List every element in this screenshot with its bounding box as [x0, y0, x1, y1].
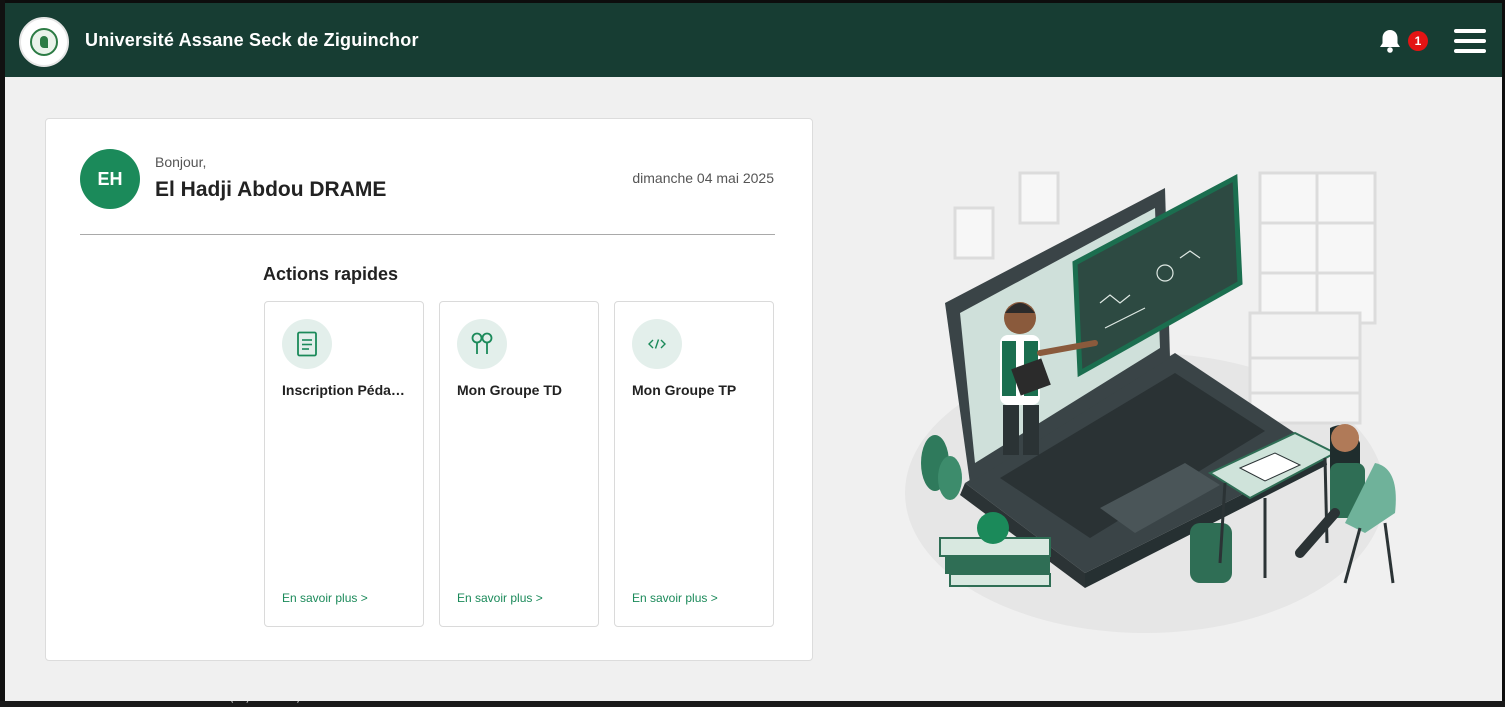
notification-badge[interactable]: 1 [1408, 31, 1428, 51]
online-class-illustration [905, 163, 1415, 633]
learn-more-link[interactable]: En savoir plus > [632, 591, 718, 605]
quick-action-label: Mon Groupe TD [457, 382, 562, 398]
quick-action-label: Inscription Pédagogique [282, 382, 408, 398]
learn-more-link[interactable]: En savoir plus > [282, 591, 368, 605]
app-window: Université Assane Seck de Ziguinchor 1 E… [5, 3, 1502, 701]
current-date: dimanche 04 mai 2025 [632, 170, 774, 186]
greeting-text: Bonjour, [155, 154, 207, 170]
hamburger-menu-icon[interactable] [1454, 27, 1486, 55]
university-name[interactable]: Université Assane Seck de Ziguinchor [85, 30, 419, 51]
quick-action-card-inscription[interactable]: Inscription Pédagogique En savoir plus > [264, 301, 424, 627]
quick-action-card-groupe-tp[interactable]: Mon Groupe TP En savoir plus > [614, 301, 774, 627]
quick-action-card-groupe-td[interactable]: Mon Groupe TD En savoir plus > [439, 301, 599, 627]
user-name: El Hadji Abdou DRAME [155, 178, 387, 201]
avatar[interactable]: EH [80, 149, 140, 209]
quick-action-label: Mon Groupe TP [632, 382, 737, 398]
logo-emblem [30, 28, 58, 56]
university-logo[interactable] [19, 17, 69, 67]
logo-leaf-icon [40, 36, 48, 48]
divider [80, 234, 775, 235]
top-navbar: Université Assane Seck de Ziguinchor 1 [5, 3, 1502, 77]
bell-icon[interactable] [1377, 28, 1403, 54]
people-icon [457, 319, 507, 369]
learn-more-link[interactable]: En savoir plus > [457, 591, 543, 605]
quick-actions-title: Actions rapides [263, 264, 399, 284]
document-icon [282, 319, 332, 369]
code-icon [632, 319, 682, 369]
dashboard-card: EH Bonjour, El Hadji Abdou DRAME dimanch… [45, 118, 813, 661]
